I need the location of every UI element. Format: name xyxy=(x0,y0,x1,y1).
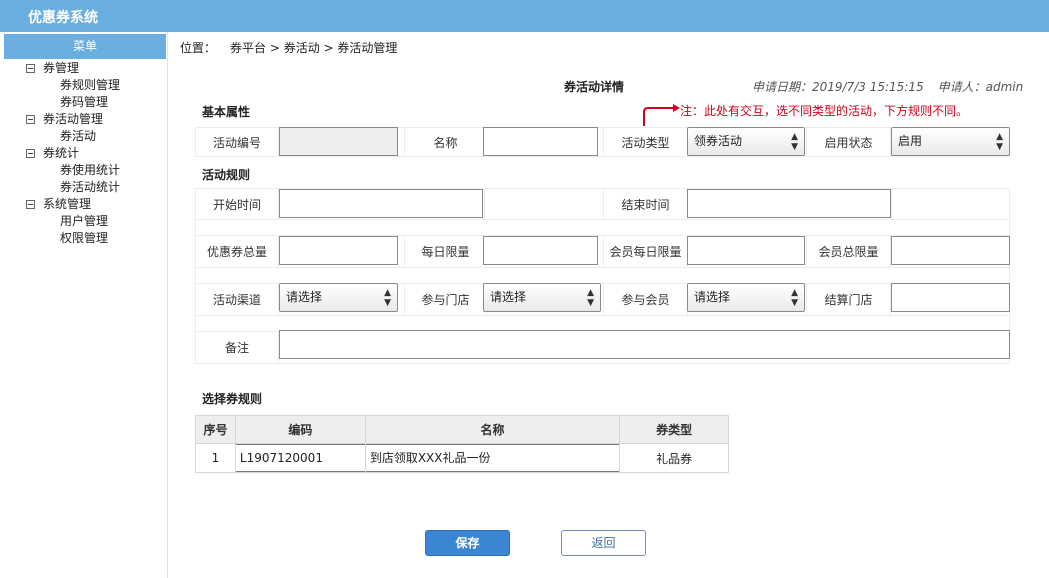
top-bar: 优惠券系统 xyxy=(0,0,1049,32)
interaction-note: 注：此处有交互，选不同类型的活动，下方规则不同。 xyxy=(680,104,969,118)
channel-label: 活动渠道 xyxy=(196,284,279,315)
row-type: 礼品券 xyxy=(619,443,729,473)
applicant: 申请人：admin xyxy=(937,80,1024,94)
note-arrow-icon xyxy=(643,104,680,126)
select-arrows-icon: ▲ ▼ xyxy=(791,288,798,308)
apply-meta: 申请日期：2019/7/3 15:15:15 申请人：admin xyxy=(752,78,1023,95)
menu-item-activity-stats[interactable]: 券活动统计 xyxy=(0,179,168,196)
start-time-field[interactable] xyxy=(279,189,483,218)
col-header-index: 序号 xyxy=(195,415,236,444)
total-label: 优惠券总量 xyxy=(196,236,279,267)
save-button[interactable]: 保存 xyxy=(425,530,510,556)
row-code[interactable]: L1907120001 xyxy=(234,444,366,472)
row-code-cell[interactable]: L1907120001 xyxy=(234,443,366,473)
status-select[interactable]: 启用 ▲ ▼ xyxy=(891,127,1010,156)
activity-no-label: 活动编号 xyxy=(196,128,279,156)
sidebar: 菜单 券管理 券规则管理 券码管理 券活动管理 券活动 券统计 券使用统计 券活… xyxy=(0,32,168,578)
menu-item-usage-stats[interactable]: 券使用统计 xyxy=(0,162,168,179)
coupon-rules-title: 选择券规则 xyxy=(202,392,263,406)
menu-item-permissions[interactable]: 权限管理 xyxy=(0,230,168,247)
member-daily-label: 会员每日限量 xyxy=(603,236,688,267)
start-time-label: 开始时间 xyxy=(196,189,279,219)
member-select[interactable]: 请选择 ▲ ▼ xyxy=(687,283,805,312)
back-button[interactable]: 返回 xyxy=(561,530,646,556)
menu-item-activity[interactable]: 券活动 xyxy=(0,128,168,145)
row-name-cell[interactable]: 到店领取XXX礼品一份 xyxy=(364,443,621,473)
settle-store-field[interactable] xyxy=(891,283,1010,312)
menu-group-stats[interactable]: 券统计 xyxy=(0,145,168,162)
remark-field[interactable] xyxy=(279,330,1010,359)
collapse-icon[interactable] xyxy=(26,115,35,124)
breadcrumb: 位置： 券平台 > 券活动 > 券活动管理 xyxy=(180,39,397,56)
page-title: 券活动详情 xyxy=(564,80,625,94)
end-time-field[interactable] xyxy=(687,189,891,218)
breadcrumb-label: 位置： xyxy=(180,41,217,55)
coupon-rules-table: 序号 编码 名称 券类型 1 L1907120001 到店领取XXX礼品一份 礼… xyxy=(195,415,729,473)
settle-store-label: 结算门店 xyxy=(806,284,891,315)
menu-item-users[interactable]: 用户管理 xyxy=(0,213,168,230)
col-header-code: 编码 xyxy=(234,415,366,444)
total-field[interactable] xyxy=(279,236,398,265)
apply-date: 申请日期：2019/7/3 15:15:15 xyxy=(752,80,924,94)
collapse-icon[interactable] xyxy=(26,149,35,158)
breadcrumb-path: 券平台 > 券活动 > 券活动管理 xyxy=(230,41,398,55)
select-arrows-icon: ▲ ▼ xyxy=(996,132,1003,152)
member-total-field[interactable] xyxy=(891,236,1010,265)
end-time-label: 结束时间 xyxy=(603,189,688,219)
status-label: 启用状态 xyxy=(806,128,891,156)
menu-tree: 券管理 券规则管理 券码管理 券活动管理 券活动 券统计 券使用统计 券活动统计… xyxy=(0,60,168,247)
menu-group-system[interactable]: 系统管理 xyxy=(0,196,168,213)
daily-limit-field[interactable] xyxy=(483,236,598,265)
remark-label: 备注 xyxy=(196,332,279,363)
activity-type-select[interactable]: 领券活动 ▲ ▼ xyxy=(687,127,805,156)
store-label: 参与门店 xyxy=(404,284,487,315)
collapse-icon[interactable] xyxy=(26,64,35,73)
row-name[interactable]: 到店领取XXX礼品一份 xyxy=(364,444,621,472)
type-label: 活动类型 xyxy=(603,128,688,156)
member-label: 参与会员 xyxy=(603,284,688,315)
rules-form: 开始时间 结束时间 优惠券总量 每日限量 会员每日限量 会员总限量 活动渠道 参… xyxy=(195,188,1010,364)
select-arrows-icon: ▲ ▼ xyxy=(791,132,798,152)
menu-item-coupon-codes[interactable]: 券码管理 xyxy=(0,94,168,111)
menu-group-coupon[interactable]: 券管理 xyxy=(0,60,168,77)
name-label: 名称 xyxy=(404,128,487,156)
section-title-rules: 活动规则 xyxy=(202,168,251,182)
col-header-name: 名称 xyxy=(364,415,621,444)
select-arrows-icon: ▲ ▼ xyxy=(384,288,391,308)
menu-header: 菜单 xyxy=(4,34,166,59)
activity-no-field[interactable] xyxy=(279,127,398,156)
select-arrows-icon: ▲ ▼ xyxy=(587,288,594,308)
basic-form: 活动编号 名称 活动类型 启用状态 领券活动 ▲ ▼ 启用 ▲ ▼ xyxy=(195,127,1010,157)
table-row: 1 L1907120001 到店领取XXX礼品一份 礼品券 xyxy=(195,443,729,473)
channel-select[interactable]: 请选择 ▲ ▼ xyxy=(279,283,398,312)
app-title: 优惠券系统 xyxy=(28,10,98,26)
menu-group-activity[interactable]: 券活动管理 xyxy=(0,111,168,128)
member-daily-field[interactable] xyxy=(687,236,805,265)
name-field[interactable] xyxy=(483,127,598,156)
member-total-label: 会员总限量 xyxy=(806,236,891,267)
col-header-type: 券类型 xyxy=(619,415,729,444)
daily-limit-label: 每日限量 xyxy=(404,236,487,267)
section-title-basic: 基本属性 xyxy=(202,105,251,119)
collapse-icon[interactable] xyxy=(26,200,35,209)
menu-item-coupon-rules[interactable]: 券规则管理 xyxy=(0,77,168,94)
row-index: 1 xyxy=(195,443,236,473)
store-select[interactable]: 请选择 ▲ ▼ xyxy=(483,283,601,312)
